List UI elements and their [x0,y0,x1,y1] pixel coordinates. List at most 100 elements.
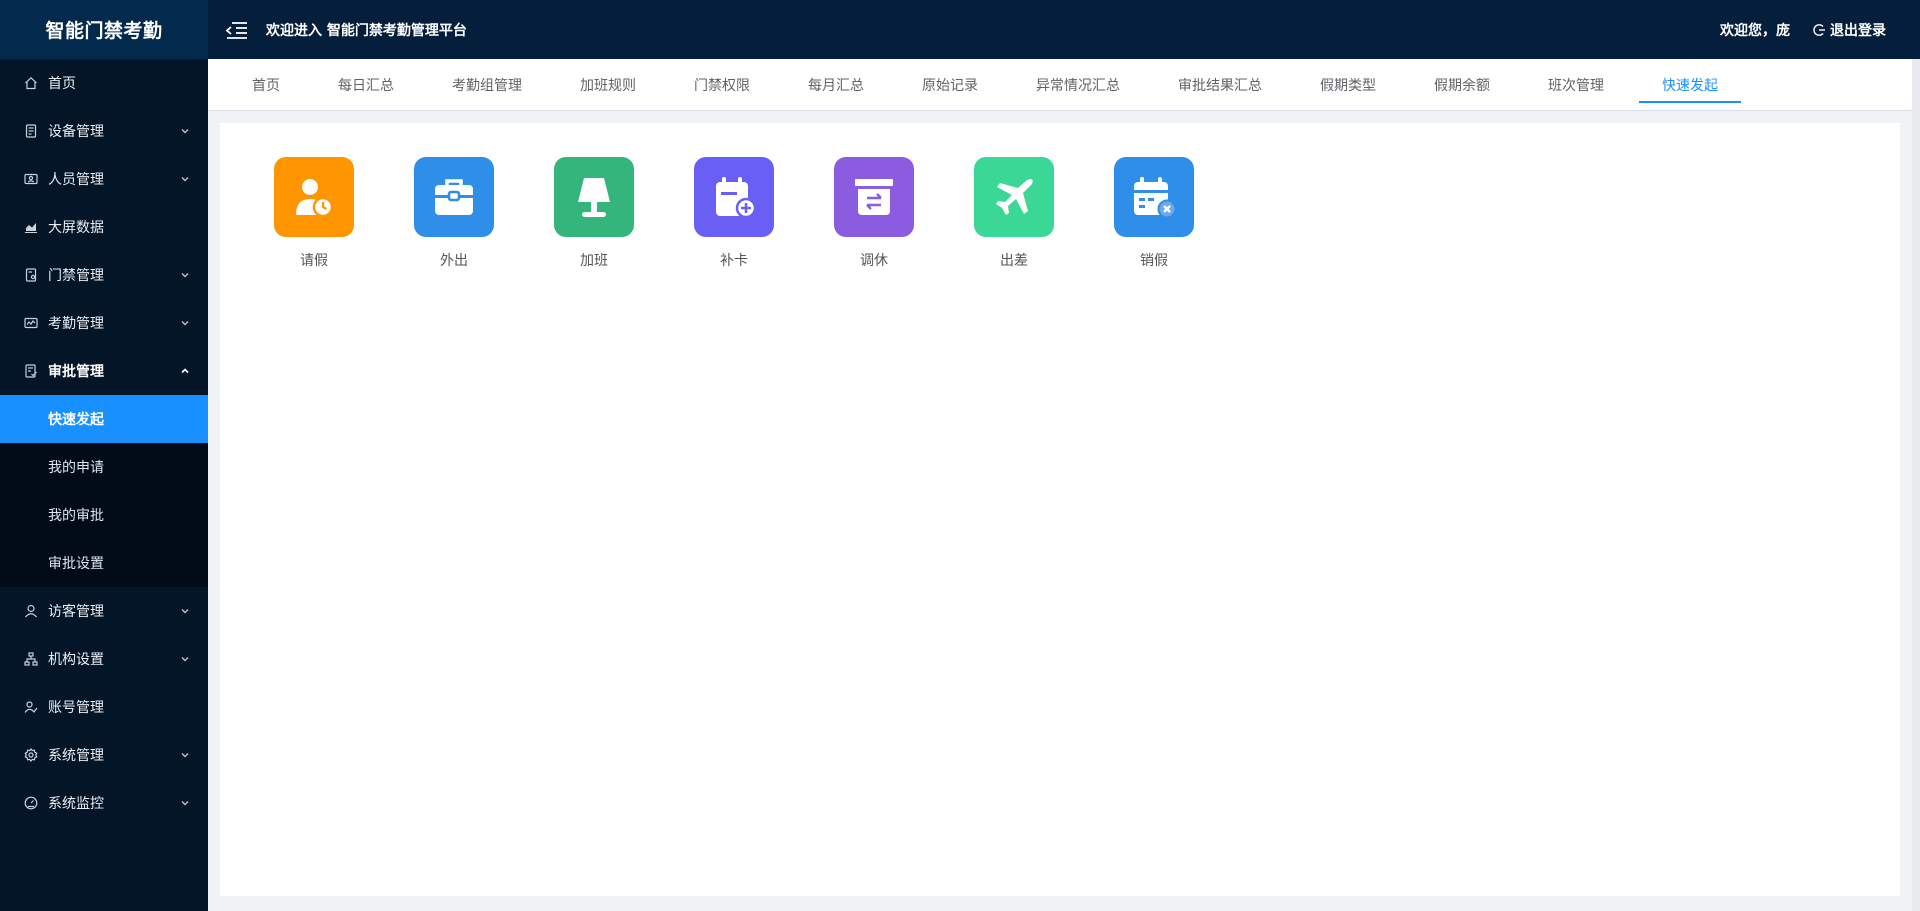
tab-5[interactable]: 每月汇总 [785,59,887,110]
sidebar-item-label: 门禁管理 [48,268,104,284]
sidebar-item-label: 审批管理 [48,364,104,380]
sidebar-item-label: 系统管理 [48,748,104,764]
quick-app-4[interactable]: 调休 [834,157,914,270]
logout-label: 退出登录 [1830,22,1886,39]
chevron-down-icon [180,606,190,616]
quick-app-5[interactable]: 出差 [974,157,1054,270]
sidebar-item-0[interactable]: 首页 [0,59,208,107]
quick-app-label: 补卡 [720,253,748,269]
quick-app-2[interactable]: 加班 [554,157,634,270]
sidebar-item-label: 设备管理 [48,124,104,140]
briefcase-icon[interactable] [414,157,494,237]
sidebar-subitem-1[interactable]: 我的申请 [0,443,208,491]
quick-launch-apps: 请假 外出 加班 补卡 调休 出差 销假 [220,123,1900,270]
chart-icon [24,220,38,234]
menu-toggle-icon[interactable] [226,20,248,40]
chevron-down-icon [180,126,190,136]
airplane-icon[interactable] [974,157,1054,237]
person-card-icon [24,172,38,186]
sidebar-item-label: 大屏数据 [48,220,104,236]
sidebar-subitem-2[interactable]: 我的审批 [0,491,208,539]
header-title: 欢迎进入 智能门禁考勤管理平台 [266,22,467,39]
tab-10[interactable]: 假期余额 [1411,59,1513,110]
sidebar-item-label: 系统监控 [48,796,104,812]
top-header: 欢迎进入 智能门禁考勤管理平台 欢迎您，庞 退出登录 [208,0,1920,59]
sidebar-item-9[interactable]: 账号管理 [0,683,208,731]
attendance-icon [24,316,38,330]
sidebar-item-8[interactable]: 机构设置 [0,635,208,683]
tab-11[interactable]: 班次管理 [1525,59,1627,110]
page-scrollbar[interactable] [1912,59,1920,911]
quick-app-label: 外出 [440,253,468,269]
header-right: 欢迎您，庞 退出登录 [1720,20,1886,40]
tab-6[interactable]: 原始记录 [899,59,1001,110]
sidebar-menu: 首页设备管理人员管理大屏数据门禁管理考勤管理审批管理快速发起 我的申请 我的审批 审批… [0,59,208,827]
swap-box-icon[interactable] [834,157,914,237]
quick-app-label: 请假 [300,253,328,269]
main-content: 请假 外出 加班 补卡 调休 出差 销假 [220,123,1900,896]
sidebar-item-label: 机构设置 [48,652,104,668]
sidebar-item-2[interactable]: 人员管理 [0,155,208,203]
gauge-icon [24,796,38,810]
quick-app-0[interactable]: 请假 [274,157,354,270]
calendar-cancel-icon[interactable] [1114,157,1194,237]
chevron-down-icon [180,798,190,808]
door-icon [24,268,38,282]
home-icon [24,76,38,90]
quick-app-label: 加班 [580,253,608,269]
quick-app-label: 出差 [1000,253,1028,269]
tab-8[interactable]: 审批结果汇总 [1155,59,1285,110]
sidebar-subitem-3[interactable]: 审批设置 [0,539,208,587]
lamp-icon[interactable] [554,157,634,237]
leave-icon[interactable] [274,157,354,237]
org-tree-icon [24,652,38,666]
tab-bar: 首页 每日汇总 考勤组管理 加班规则 门禁权限 每月汇总 原始记录 异常情况汇总 审批结果汇总假… [208,59,1912,111]
sidebar-item-1[interactable]: 设备管理 [0,107,208,155]
tab-2[interactable]: 考勤组管理 [429,59,545,110]
app-logo: 智能门禁考勤 [0,0,208,59]
calendar-add-icon[interactable] [694,157,774,237]
chevron-down-icon [180,174,190,184]
user-icon [24,604,38,618]
submenu-approval: 快速发起 我的申请 我的审批 审批设置 [0,395,208,587]
chevron-up-icon [180,366,190,376]
sidebar-item-label: 账号管理 [48,700,104,716]
app-root: 智能门禁考勤 首页 设备管理 人员管理 大屏数据 门禁管理 考勤管理 审批管理 快速发起 我的申… [0,0,1920,911]
chevron-down-icon [180,270,190,280]
chevron-down-icon [180,654,190,664]
chevron-down-icon [180,750,190,760]
tab-4[interactable]: 门禁权限 [671,59,773,110]
sidebar-item-label: 人员管理 [48,172,104,188]
quick-app-label: 调休 [860,253,888,269]
tab-3[interactable]: 加班规则 [557,59,659,110]
sidebar-item-6[interactable]: 审批管理 [0,347,208,395]
tab-1[interactable]: 每日汇总 [315,59,417,110]
sidebar-item-label: 首页 [48,76,76,92]
approval-icon [24,364,38,378]
sidebar-item-7[interactable]: 访客管理 [0,587,208,635]
sidebar-item-5[interactable]: 考勤管理 [0,299,208,347]
sidebar-item-label: 考勤管理 [48,316,104,332]
quick-app-1[interactable]: 外出 [414,157,494,270]
device-icon [24,124,38,138]
quick-app-6[interactable]: 销假 [1114,157,1194,270]
welcome-text: 欢迎您，庞 [1720,22,1790,39]
sidebar-item-3[interactable]: 大屏数据 [0,203,208,251]
chevron-down-icon [180,318,190,328]
sidebar-item-10[interactable]: 系统管理 [0,731,208,779]
tab-9[interactable]: 假期类型 [1297,59,1399,110]
sidebar-subitem-0[interactable]: 快速发起 [0,395,208,443]
sidebar-item-4[interactable]: 门禁管理 [0,251,208,299]
quick-app-3[interactable]: 补卡 [694,157,774,270]
logout-button[interactable]: 退出登录 [1812,20,1886,40]
tab-12[interactable]: 快速发起 [1639,59,1741,110]
sidebar: 智能门禁考勤 首页设备管理人员管理大屏数据门禁管理考勤管理审批管理快速发起 我的申… [0,0,208,911]
tab-7[interactable]: 异常情况汇总 [1013,59,1143,110]
sidebar-item-label: 访客管理 [48,604,104,620]
sidebar-item-11[interactable]: 系统监控 [0,779,208,827]
logout-icon [1812,23,1826,37]
quick-app-label: 销假 [1140,253,1168,269]
tab-0[interactable]: 首页 [229,59,303,110]
gear-icon [24,748,38,762]
account-icon [24,700,38,714]
